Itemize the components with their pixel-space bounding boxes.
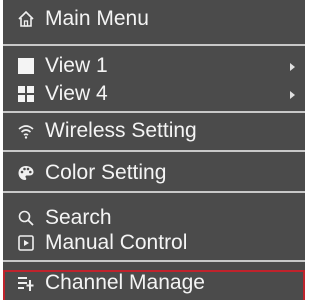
menu-item-label: View 4 xyxy=(45,82,108,105)
wifi-icon xyxy=(18,125,34,139)
channel-manage-icon xyxy=(18,277,34,291)
menu-item-view-1[interactable]: View 1 xyxy=(3,53,305,79)
menu-item-label: Manual Control xyxy=(45,231,188,254)
menu-item-wireless-setting[interactable]: Wireless Setting xyxy=(3,118,305,144)
menu-item-label: Main Menu xyxy=(45,7,149,30)
submenu-arrow-icon xyxy=(290,91,295,99)
menu-separator xyxy=(3,111,305,113)
menu-item-label: View 1 xyxy=(45,54,108,77)
menu-item-channel-manage[interactable]: Channel Manage xyxy=(3,270,305,300)
quad-view-icon xyxy=(18,86,34,102)
submenu-arrow-icon xyxy=(290,63,295,71)
menu-item-color-setting[interactable]: Color Setting xyxy=(3,160,305,186)
single-view-icon xyxy=(18,58,34,74)
menu-separator xyxy=(3,191,305,193)
menu-separator xyxy=(3,260,305,262)
menu-separator xyxy=(3,150,305,152)
search-icon xyxy=(18,210,34,226)
home-icon xyxy=(18,10,34,27)
menu-item-label: Wireless Setting xyxy=(45,119,197,142)
menu-separator xyxy=(3,44,305,46)
menu-item-label: Search xyxy=(45,206,112,229)
menu-item-label: Channel Manage xyxy=(45,271,205,294)
menu-item-manual-control[interactable]: Manual Control xyxy=(3,230,305,256)
menu-item-main-menu[interactable]: Main Menu xyxy=(3,6,305,32)
manual-control-icon xyxy=(18,235,34,251)
menu-item-search[interactable]: Search xyxy=(3,205,305,231)
palette-icon xyxy=(18,166,34,180)
menu-item-view-4[interactable]: View 4 xyxy=(3,81,305,107)
menu-item-label: Color Setting xyxy=(45,161,167,184)
context-menu: Main Menu View 1 View 4 Wireless Setting xyxy=(3,0,305,300)
